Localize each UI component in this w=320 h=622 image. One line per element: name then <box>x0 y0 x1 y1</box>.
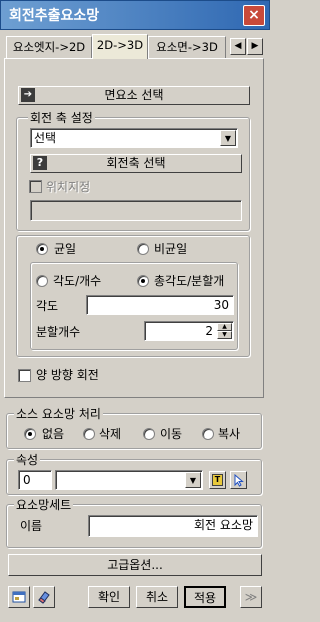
mesh-name-label: 이름 <box>20 519 43 533</box>
face-select-button[interactable]: ➔ 면요소 선택 <box>18 86 250 105</box>
axis-select-button[interactable]: ? 회전축 선택 <box>30 154 242 173</box>
title-bar: 회전추출요소망 × <box>0 0 270 30</box>
face-select-label: 면요소 선택 <box>104 88 164 102</box>
source-none-radio[interactable] <box>24 428 36 440</box>
position-checkbox[interactable] <box>29 180 42 193</box>
total-angle-division-label: 총각도/분할개 <box>154 274 225 288</box>
mesh-name-input[interactable]: 회전 요소망 <box>88 515 258 537</box>
chevron-down-icon[interactable]: ▼ <box>220 130 236 146</box>
attribute-id-input[interactable]: 0 <box>18 470 52 490</box>
attribute-title: 속성 <box>14 451 41 468</box>
uniform-radio[interactable] <box>36 243 48 255</box>
eraser-button[interactable] <box>33 586 55 608</box>
both-directions-label: 양 방향 회전 <box>36 368 99 382</box>
help-icon: ? <box>33 156 47 170</box>
axis-select-value: 선택 <box>34 131 57 145</box>
division-value: 2 <box>205 324 213 338</box>
ok-button[interactable]: 확인 <box>88 586 130 608</box>
position-field <box>30 200 242 221</box>
axis-select-button-label: 회전축 선택 <box>106 156 166 170</box>
attribute-table-button[interactable]: T <box>209 471 226 489</box>
source-copy-radio[interactable] <box>202 428 214 440</box>
tab-edge-2d[interactable]: 요소엣지->2D <box>6 36 92 58</box>
division-stepper[interactable]: 2 ▲ ▼ <box>144 321 234 341</box>
select-arrow-icon: ➔ <box>21 88 35 102</box>
cancel-button[interactable]: 취소 <box>136 586 178 608</box>
more-button[interactable]: ≫ <box>240 586 262 608</box>
source-none-label: 없음 <box>42 427 65 441</box>
division-label: 분할개수 <box>36 325 81 339</box>
tab-scroll-left-icon[interactable]: ◀ <box>230 38 246 55</box>
eraser-icon <box>38 591 50 604</box>
both-directions-checkbox[interactable] <box>18 369 31 382</box>
tab-2d-3d[interactable]: 2D->3D <box>92 34 148 59</box>
attribute-pick-button[interactable] <box>230 471 247 489</box>
attribute-table-icon: T <box>212 474 223 486</box>
source-copy-label: 복사 <box>218 427 241 441</box>
chevron-down-icon[interactable]: ▼ <box>185 472 201 488</box>
tab-scroll-right-icon[interactable]: ▶ <box>247 38 263 55</box>
nonuniform-label: 비균일 <box>154 242 188 256</box>
uniform-label: 균일 <box>54 242 77 256</box>
angle-label: 각도 <box>36 299 59 313</box>
source-mesh-title: 소스 요소망 처리 <box>14 405 103 422</box>
mesh-set-title: 요소망세트 <box>14 496 74 513</box>
angle-per-count-radio[interactable] <box>36 275 48 287</box>
axis-select-dropdown[interactable]: 선택 ▼ <box>30 128 238 148</box>
properties-icon <box>12 591 26 603</box>
nonuniform-radio[interactable] <box>137 243 149 255</box>
axis-settings-title: 회전 축 설정 <box>28 109 95 126</box>
angle-input[interactable]: 30 <box>86 295 234 315</box>
stepper-up-icon[interactable]: ▲ <box>217 323 232 331</box>
source-delete-label: 삭제 <box>99 427 122 441</box>
cursor-icon <box>234 474 244 487</box>
properties-button[interactable] <box>8 586 30 608</box>
tab-face-3d[interactable]: 요소면->3D <box>148 36 226 58</box>
stepper-down-icon[interactable]: ▼ <box>217 331 232 339</box>
position-checkbox-label: 위치지정 <box>46 180 91 194</box>
source-move-radio[interactable] <box>143 428 155 440</box>
close-button[interactable]: × <box>243 5 265 26</box>
apply-button[interactable]: 적용 <box>184 586 226 608</box>
source-move-label: 이동 <box>160 427 183 441</box>
source-delete-radio[interactable] <box>83 428 95 440</box>
attribute-select-dropdown[interactable]: ▼ <box>55 470 203 490</box>
angle-per-count-label: 각도/개수 <box>53 274 102 288</box>
total-angle-division-radio[interactable] <box>137 275 149 287</box>
advanced-options-button[interactable]: 고급옵션... <box>8 554 262 576</box>
window-title: 회전추출요소망 <box>9 8 100 24</box>
